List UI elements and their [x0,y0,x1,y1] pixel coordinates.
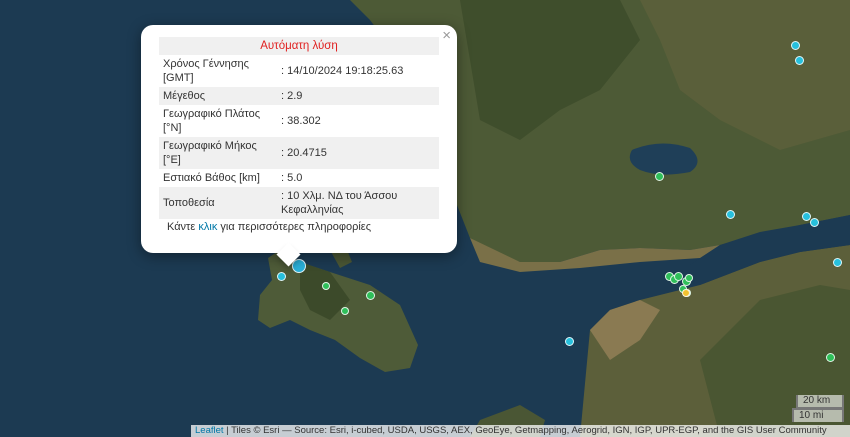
selected-earthquake-marker[interactable] [292,259,306,273]
row-label: Μέγεθος [159,87,277,105]
earthquake-marker[interactable] [564,336,574,346]
more-info-line: Κάντε κλικ για περισσότερες πληροφορίες [159,221,439,233]
earthquake-marker[interactable] [832,257,842,267]
earthquake-marker[interactable] [654,171,664,181]
earthquake-marker[interactable] [825,352,835,362]
earthquake-marker[interactable] [673,271,683,281]
earthquake-marker[interactable] [801,211,811,221]
earthquake-marker[interactable] [276,271,286,281]
scale-km: 20 km [796,395,844,409]
row-value: : 14/10/2024 19:18:25.63 [281,65,404,77]
earthquake-marker[interactable] [685,274,693,282]
event-info-table: Αυτόματη λύση Χρόνος Γέννησης [GMT] : 14/… [159,37,439,219]
leaflet-link[interactable]: Leaflet [195,425,224,436]
earthquake-marker[interactable] [365,290,375,300]
more-prefix: Κάντε [167,221,196,233]
close-icon[interactable]: × [442,27,451,45]
popup-title: Αυτόματη λύση [159,37,439,55]
more-suffix: για περισσότερες πληροφορίες [220,221,371,233]
row-value: : 38.302 [281,115,321,127]
earthquake-popup: × Αυτόματη λύση Χρόνος Γέννησης [GMT] : 1… [141,25,457,253]
row-value: : 5.0 [281,172,303,184]
row-label: Γεωγραφικό Μήκος [°E] [159,137,277,169]
earthquake-marker[interactable] [809,217,819,227]
earthquake-marker[interactable] [725,209,735,219]
row-value: : 2.9 [277,87,439,105]
more-info-link[interactable]: κλικ [198,221,217,233]
row-label: Τοποθεσία [159,187,277,219]
earthquake-marker[interactable] [322,282,330,290]
attribution-bar: Leaflet | Tiles © Esri — Source: Esri, i… [191,425,850,437]
row-label: Εστιακό Βάθος [km] [163,172,260,184]
earthquake-marker[interactable] [682,289,690,297]
row-value: : 20.4715 [277,137,439,169]
row-label: Χρόνος Γέννησης [GMT] [163,58,249,84]
attribution-text: | Tiles © Esri — Source: Esri, i-cubed, … [226,425,827,436]
row-label: Γεωγραφικό Πλάτος [°N] [163,108,261,134]
earthquake-marker[interactable] [790,40,800,50]
scale-mi: 10 mi [792,408,844,422]
row-value: : 10 Χλμ. ΝΔ του Άσσου Κεφαλληνίας [277,187,439,219]
earthquake-marker[interactable] [341,307,349,315]
earthquake-marker[interactable] [794,55,804,65]
